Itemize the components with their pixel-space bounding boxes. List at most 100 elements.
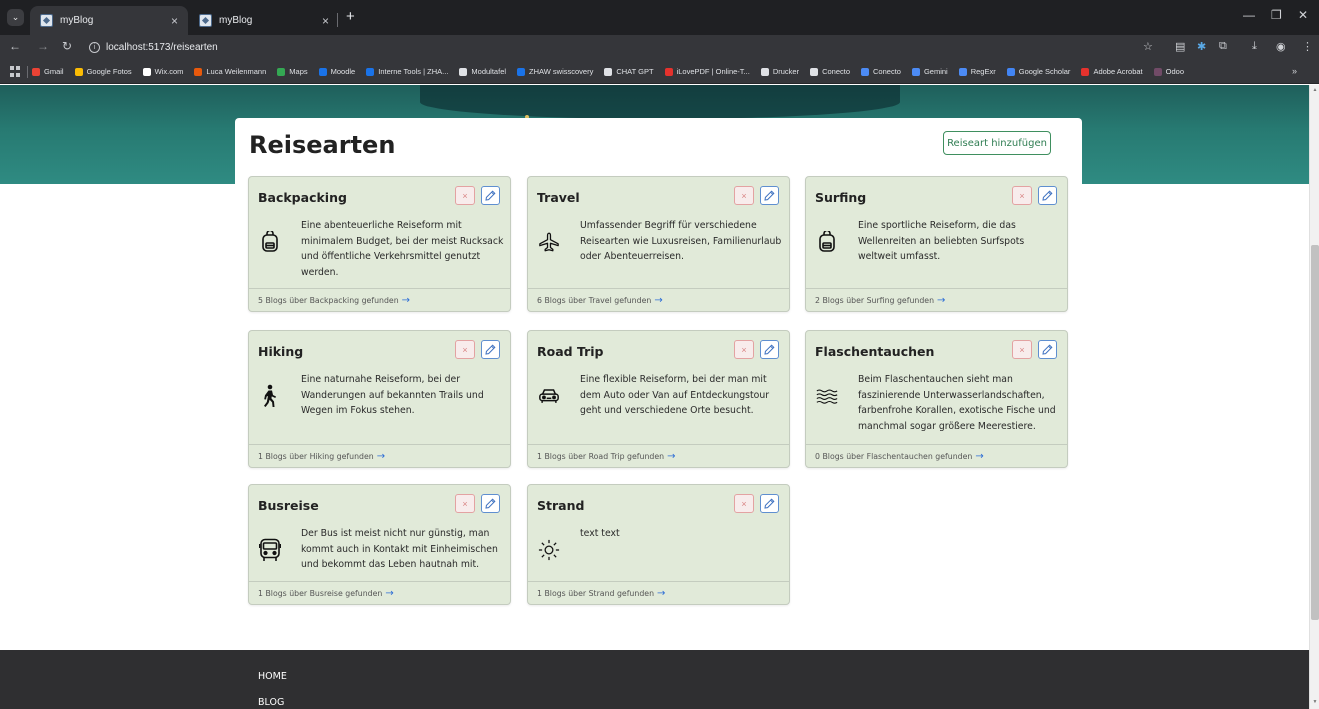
blogs-found-link[interactable]: 2 Blogs über Surfing gefunden → xyxy=(815,295,945,306)
reading-mode-icon[interactable]: ▤ xyxy=(1175,40,1185,53)
bookmarks-more-icon[interactable]: » xyxy=(1292,66,1297,76)
blogs-found-link[interactable]: 5 Blogs über Backpacking gefunden → xyxy=(258,295,410,306)
extension-icon[interactable]: ✱ xyxy=(1197,40,1206,53)
address-bar[interactable]: i localhost:5173/reisearten xyxy=(83,38,1168,57)
bookmark-item[interactable]: CHAT GPT xyxy=(604,67,654,76)
bookmark-item[interactable]: Moodle xyxy=(318,67,355,76)
browser-menu-icon[interactable]: ⋮ xyxy=(1302,40,1313,53)
delete-button[interactable]: × xyxy=(734,186,754,205)
browser-tab-active[interactable]: myBlog × xyxy=(30,6,188,35)
bookmark-item[interactable]: Drucker xyxy=(760,67,799,76)
bookmark-item[interactable]: Google Fotos xyxy=(74,67,132,76)
edit-button[interactable] xyxy=(481,186,500,205)
scroll-thumb[interactable] xyxy=(1311,245,1319,620)
site-info-icon[interactable]: i xyxy=(89,42,100,53)
delete-button[interactable]: × xyxy=(734,494,754,513)
blogs-found-text: 1 Blogs über Strand gefunden xyxy=(537,588,655,598)
bookmark-label: ZHAW swisscovery xyxy=(529,67,594,76)
bookmark-item[interactable]: Luca Weilenmann xyxy=(194,67,266,76)
back-icon[interactable]: ← xyxy=(9,39,21,53)
scroll-up-icon[interactable]: ▲ xyxy=(1311,87,1319,95)
page-scrollbar[interactable]: ▲ ▼ xyxy=(1309,85,1319,709)
airplane-icon xyxy=(538,231,560,253)
profile-avatar-icon[interactable]: ◉ xyxy=(1276,40,1286,53)
bookmark-favicon-icon xyxy=(760,67,769,76)
reload-icon[interactable]: ↻ xyxy=(62,39,72,53)
edit-button[interactable] xyxy=(1038,340,1057,359)
bookmark-star-icon[interactable]: ☆ xyxy=(1143,40,1153,53)
card-title: Strand xyxy=(537,498,585,513)
delete-button[interactable]: × xyxy=(455,186,475,205)
bookmark-item[interactable]: Gmail xyxy=(32,67,64,76)
bookmark-favicon-icon xyxy=(318,67,327,76)
blogs-found-link[interactable]: 1 Blogs über Busreise gefunden → xyxy=(258,588,394,599)
new-tab-button[interactable]: + xyxy=(346,9,355,24)
footer-link-blog[interactable]: BLOG xyxy=(258,697,284,708)
download-icon[interactable]: ⤓ xyxy=(1252,40,1257,53)
bookmark-item[interactable]: Maps xyxy=(277,67,308,76)
bookmark-favicon-icon xyxy=(604,67,613,76)
tab-title: myBlog xyxy=(219,15,253,26)
card-description: Eine sportliche Reiseform, die das Welle… xyxy=(858,220,1025,263)
bookmark-label: RegExr xyxy=(970,67,996,76)
close-icon: × xyxy=(741,344,747,355)
edit-button[interactable] xyxy=(760,186,779,205)
blogs-found-link[interactable]: 6 Blogs über Travel gefunden → xyxy=(537,295,663,306)
window-close-icon[interactable]: ✕ xyxy=(1298,8,1308,22)
bookmark-favicon-icon xyxy=(810,67,819,76)
bookmark-item[interactable]: Adobe Acrobat xyxy=(1081,67,1143,76)
bookmark-item[interactable]: iLovePDF | Online-T... xyxy=(664,67,750,76)
close-icon: × xyxy=(741,190,747,201)
delete-button[interactable]: × xyxy=(734,340,754,359)
bookmark-label: Gmail xyxy=(44,67,64,76)
travel-type-card: Travel × Umfassender Begriff für verschied… xyxy=(527,176,790,312)
tab-close-icon[interactable]: × xyxy=(171,14,178,28)
card-footer: 5 Blogs über Backpacking gefunden → xyxy=(249,288,510,311)
card-description: text text xyxy=(580,528,620,539)
bookmark-item[interactable]: Conecto xyxy=(861,67,901,76)
restore-icon[interactable]: ❐ xyxy=(1271,8,1282,22)
card-footer: 6 Blogs über Travel gefunden → xyxy=(528,288,789,311)
travel-type-card: Strand × text text 1 Blogs über Strand gefu… xyxy=(527,484,790,605)
edit-button[interactable] xyxy=(481,340,500,359)
edit-button[interactable] xyxy=(760,340,779,359)
blogs-found-link[interactable]: 1 Blogs über Strand gefunden → xyxy=(537,588,665,599)
bookmark-item[interactable]: Interne Tools | ZHA... xyxy=(366,67,448,76)
add-travel-type-button[interactable]: Reiseart hinzufügen xyxy=(943,131,1051,155)
scroll-down-icon[interactable]: ▼ xyxy=(1311,699,1319,707)
delete-button[interactable]: × xyxy=(1012,186,1032,205)
travel-type-card: Hiking × Eine naturnahe Reiseform, bei der… xyxy=(248,330,511,468)
bookmark-item[interactable]: ZHAW swisscovery xyxy=(517,67,593,76)
delete-button[interactable]: × xyxy=(1012,340,1032,359)
bookmark-item[interactable]: Modultafel xyxy=(459,67,506,76)
browser-tab-inactive[interactable]: myBlog × xyxy=(189,6,339,35)
forward-icon[interactable]: → xyxy=(37,39,49,53)
extensions-puzzle-icon[interactable]: ⧉ xyxy=(1219,40,1227,53)
close-icon: × xyxy=(1019,190,1025,201)
blogs-found-link[interactable]: 1 Blogs über Road Trip gefunden → xyxy=(537,451,676,462)
minimize-icon[interactable]: — xyxy=(1243,8,1255,22)
bookmark-favicon-icon xyxy=(861,67,870,76)
bookmark-item[interactable]: RegExr xyxy=(958,67,996,76)
site-footer: HOME BLOG xyxy=(0,650,1309,709)
footer-link-home[interactable]: HOME xyxy=(258,671,287,682)
tab-search-icon[interactable]: ⌄ xyxy=(7,9,24,26)
blogs-found-link[interactable]: 0 Blogs über Flaschentauchen gefunden → xyxy=(815,451,984,462)
delete-button[interactable]: × xyxy=(455,494,475,513)
bookmark-favicon-icon xyxy=(911,67,920,76)
page-title: Reisearten xyxy=(249,131,396,159)
car-icon xyxy=(538,385,560,407)
edit-button[interactable] xyxy=(481,494,500,513)
edit-button[interactable] xyxy=(760,494,779,513)
apps-grid-icon[interactable] xyxy=(10,66,21,77)
bookmark-item[interactable]: Conecto xyxy=(810,67,850,76)
bookmark-item[interactable]: Wix.com xyxy=(142,67,183,76)
tab-close-icon[interactable]: × xyxy=(322,14,329,28)
bookmark-item[interactable]: Gemini xyxy=(911,67,948,76)
edit-button[interactable] xyxy=(1038,186,1057,205)
bookmark-item[interactable]: Odoo xyxy=(1153,67,1184,76)
delete-button[interactable]: × xyxy=(455,340,475,359)
bookmark-item[interactable]: Google Scholar xyxy=(1006,67,1070,76)
blogs-found-link[interactable]: 1 Blogs über Hiking gefunden → xyxy=(258,451,385,462)
pencil-icon xyxy=(764,498,775,509)
